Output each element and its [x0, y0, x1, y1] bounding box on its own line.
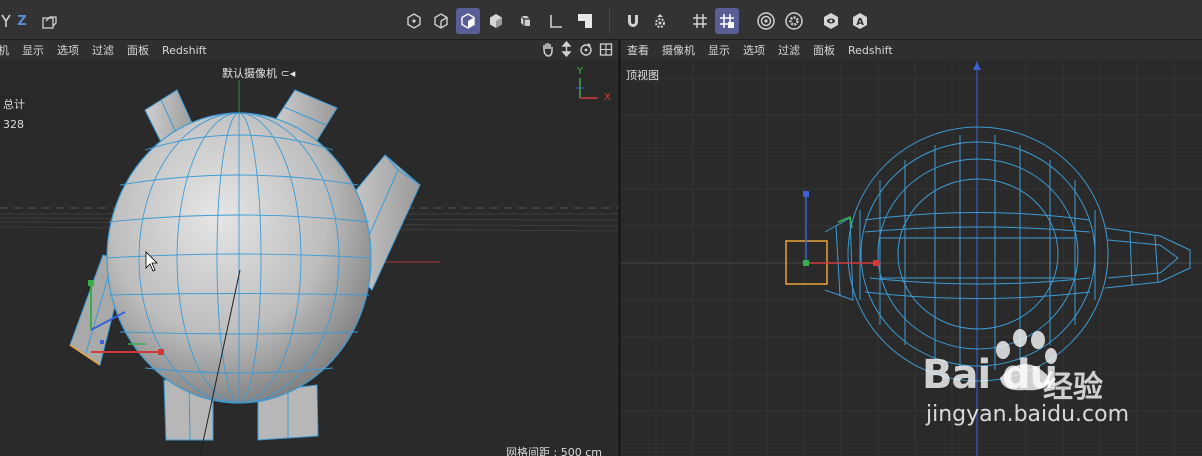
rotate-view-icon[interactable] [579, 41, 593, 57]
annotate-icon[interactable]: A [848, 8, 872, 34]
menu-filter[interactable]: 过滤 [92, 42, 114, 58]
solo-icon[interactable] [573, 8, 597, 34]
menu-panel[interactable]: 面板 [127, 42, 149, 58]
watermark-brand-text: Bai [922, 352, 991, 398]
points-mode-icon[interactable] [402, 8, 426, 34]
menu-redshift[interactable]: Redshift [162, 44, 207, 57]
menu-options[interactable]: 选项 [57, 42, 79, 58]
menu-view[interactable]: 查看 [627, 42, 649, 58]
right-view-menu: 查看 摄像机 显示 选项 过滤 面板 Redshift [621, 40, 1202, 60]
coordinate-system-icon[interactable] [38, 8, 62, 34]
top-view-scene [621, 61, 1202, 456]
quantize-icon[interactable] [715, 8, 739, 34]
edges-mode-icon[interactable] [429, 8, 453, 34]
grid-snap-icon[interactable] [688, 8, 712, 34]
camera-link-icon: ⊂◂ [280, 67, 296, 80]
pan-hand-icon[interactable] [541, 41, 554, 57]
top-view-grid [621, 61, 1202, 456]
snap-magnet-icon[interactable] [621, 8, 645, 34]
render-region-icon[interactable] [754, 8, 778, 34]
perspective-viewport[interactable] [0, 61, 618, 456]
snap-settings-icon[interactable] [648, 8, 672, 34]
axis-y-label: Y [577, 66, 584, 77]
axis-x-label: X [604, 92, 611, 103]
model-mode-icon[interactable] [484, 8, 508, 34]
view-axis-indicator [576, 78, 598, 99]
main-toolbar: Z A [0, 0, 1202, 40]
svg-text:A: A [856, 17, 864, 28]
texture-mode-icon[interactable] [512, 8, 536, 34]
menu-filter[interactable]: 过滤 [778, 42, 800, 58]
polygons-mode-icon[interactable] [456, 8, 480, 34]
camera-label[interactable]: 默认摄像机 ⊂◂ [222, 65, 295, 81]
perspective-scene [0, 78, 618, 456]
watermark-jingyan: 经验 [1043, 370, 1103, 405]
watermark-url: jingyan.baidu.com [926, 402, 1130, 427]
view-label: 顶视图 [626, 69, 659, 82]
menu-panel[interactable]: 面板 [813, 42, 835, 58]
object-axis-icon[interactable] [544, 8, 568, 34]
menu-display[interactable]: 显示 [22, 42, 44, 58]
left-view-nav-icons [541, 41, 613, 57]
view-icon[interactable] [819, 8, 843, 34]
stats-value: 328 [0, 117, 27, 132]
menu-camera[interactable]: 机 [0, 42, 9, 58]
menu-display[interactable]: 显示 [708, 42, 730, 58]
grid-spacing-readout: 网格间距 : 500 cm [506, 446, 602, 456]
camera-name: 默认摄像机 [222, 67, 277, 80]
stats-title: 总计 [0, 95, 28, 113]
left-view-menu: 机 显示 选项 过滤 面板 Redshift [0, 40, 618, 60]
menu-camera[interactable]: 摄像机 [662, 42, 695, 58]
axis-z-label: Z [17, 13, 27, 29]
render-settings-icon[interactable] [782, 8, 806, 34]
axis-z-button[interactable]: Z [10, 8, 34, 34]
menu-redshift[interactable]: Redshift [848, 44, 893, 57]
toolbar-divider [609, 9, 610, 33]
menu-options[interactable]: 选项 [743, 42, 765, 58]
maximize-view-icon[interactable] [599, 41, 613, 57]
wireframe-body [824, 126, 1191, 382]
move-view-icon[interactable] [560, 41, 573, 57]
top-viewport[interactable] [621, 61, 1202, 456]
